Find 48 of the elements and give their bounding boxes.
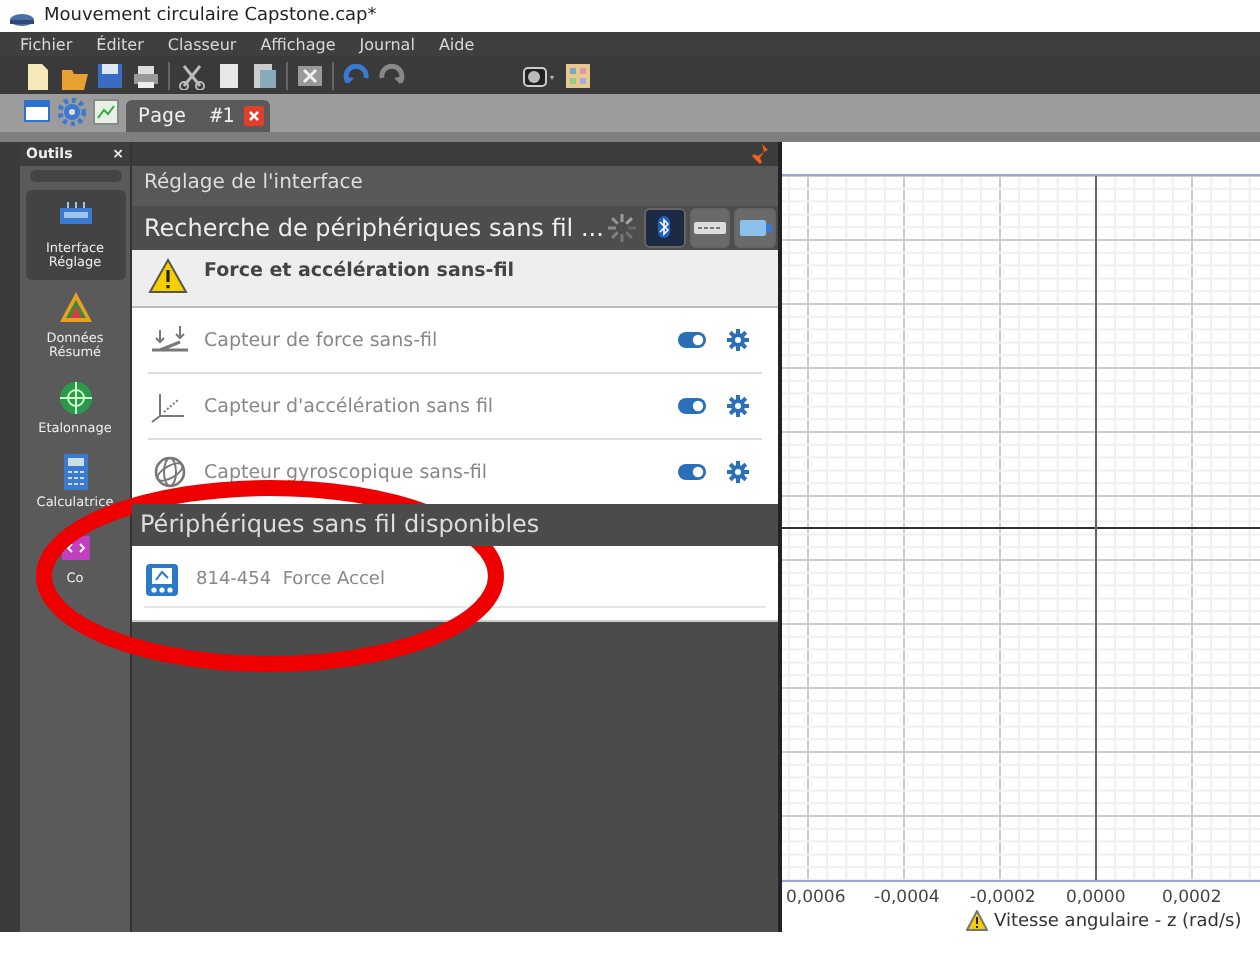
connection-button[interactable] — [643, 208, 686, 248]
device-name: Force et accélération sans-fil — [204, 260, 515, 282]
tick-label: 0,0000 — [1066, 888, 1126, 908]
camera-icon[interactable] — [522, 61, 556, 89]
panel-title: Réglage de l'interface — [132, 166, 778, 206]
tick-label: 0,0006 — [786, 888, 846, 908]
page-icon[interactable] — [92, 98, 120, 126]
menu-item[interactable]: Éditer — [96, 35, 144, 53]
window-title: Mouvement circulaire Capstone.cap* — [44, 6, 377, 26]
menu-item[interactable]: Journal — [359, 35, 415, 53]
target-icon — [55, 377, 95, 418]
paste-icon[interactable] — [250, 61, 278, 89]
redo-icon[interactable] — [378, 61, 406, 89]
search-status: Recherche de périphériques sans fil ... — [144, 214, 604, 242]
scissors-icon[interactable] — [178, 61, 206, 89]
undo-icon[interactable] — [342, 61, 370, 89]
connection-button[interactable] — [689, 208, 731, 248]
settings-icon[interactable] — [726, 328, 750, 352]
menu-item[interactable]: Fichier — [20, 35, 73, 53]
menu-item[interactable]: Affichage — [260, 35, 336, 53]
toggle-switch[interactable] — [678, 396, 706, 416]
new-file-icon[interactable] — [24, 61, 52, 89]
menu-item[interactable]: Classeur — [167, 35, 237, 53]
scale-icon — [148, 322, 192, 358]
save-icon[interactable] — [96, 61, 124, 89]
tick-label: 0,0002 — [1162, 888, 1222, 908]
close-icon[interactable] — [244, 106, 265, 126]
tick-label: -0,0002 — [970, 888, 1036, 908]
grid-icon[interactable] — [564, 61, 592, 89]
toggle-switch[interactable] — [678, 330, 706, 350]
sensor-name: Capteur d'accélération sans fil — [204, 395, 496, 417]
toggle-switch[interactable] — [678, 462, 706, 482]
settings-icon[interactable] — [726, 394, 750, 418]
window-icon[interactable] — [24, 98, 52, 126]
settings-icon[interactable] — [726, 460, 750, 484]
delete-icon[interactable] — [296, 61, 324, 89]
print-icon[interactable] — [132, 61, 160, 89]
page-tab[interactable]: Page #1 — [126, 100, 271, 132]
menu-item[interactable]: Aide — [438, 35, 475, 53]
copy-icon[interactable] — [214, 61, 242, 89]
device-icon — [144, 562, 180, 598]
tick-label: -0,0004 — [874, 888, 940, 908]
spinner-icon — [603, 210, 640, 246]
sensor-name: Capteur de force sans-fil — [204, 329, 440, 351]
triangle-chart-icon — [55, 287, 95, 328]
axis-title: Vitesse angulaire - z (rad/s) — [994, 911, 1242, 931]
settings-icon[interactable] — [58, 98, 86, 126]
sensor-name: Capteur gyroscopique sans-fil — [204, 461, 490, 483]
